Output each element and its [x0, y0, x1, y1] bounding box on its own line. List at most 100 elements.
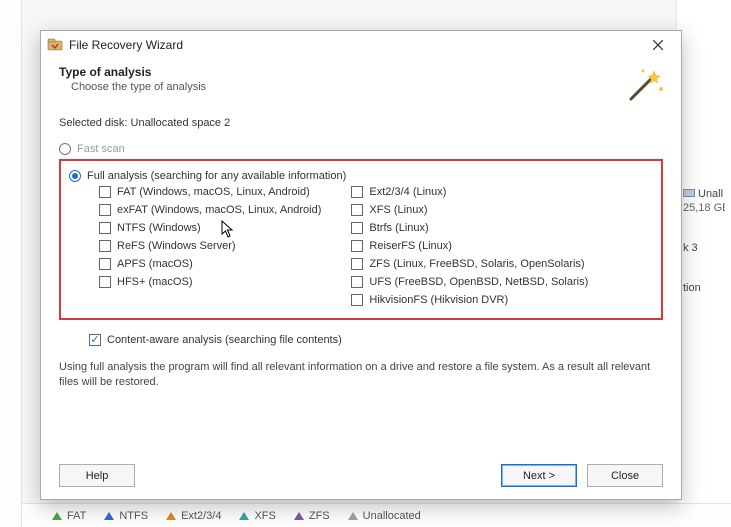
titlebar[interactable]: File Recovery Wizard	[41, 31, 681, 59]
checkbox-icon	[351, 240, 363, 252]
header-title: Type of analysis	[59, 65, 663, 79]
help-button[interactable]: Help	[59, 464, 135, 487]
checkbox-icon	[351, 294, 363, 306]
wizard-dialog: File Recovery Wizard Type of analysis Ch…	[40, 30, 682, 500]
fs-reiserfs-option[interactable]: ReiserFS (Linux)	[351, 240, 588, 252]
bg-tion-label: tion	[683, 282, 701, 294]
legend-xfs-label: XFS	[254, 510, 275, 522]
fs-zfs-option[interactable]: ZFS (Linux, FreeBSD, Solaris, OpenSolari…	[351, 258, 588, 270]
filesystem-options: FAT (Windows, macOS, Linux, Android) exF…	[99, 186, 647, 306]
disk-icon	[683, 189, 695, 197]
fs-label: APFS (macOS)	[117, 258, 193, 270]
fs-label: ZFS (Linux, FreeBSD, Solaris, OpenSolari…	[369, 258, 584, 270]
next-button[interactable]: Next >	[501, 464, 577, 487]
fs-label: FAT (Windows, macOS, Linux, Android)	[117, 186, 310, 198]
bg-unall-label: Unall	[698, 188, 723, 200]
legend-ntfs-label: NTFS	[119, 510, 148, 522]
triangle-icon	[294, 512, 304, 520]
fs-exfat-option[interactable]: exFAT (Windows, macOS, Linux, Android)	[99, 204, 321, 216]
button-row: Help Next > Close	[59, 464, 663, 487]
fs-label: HFS+ (macOS)	[117, 276, 192, 288]
fs-btrfs-option[interactable]: Btrfs (Linux)	[351, 222, 588, 234]
fs-ufs-option[interactable]: UFS (FreeBSD, OpenBSD, NetBSD, Solaris)	[351, 276, 588, 288]
bg-k3-label: k 3	[683, 242, 698, 254]
right-panel: Unall 25,18 GB k 3 tion	[676, 0, 731, 527]
fs-label: UFS (FreeBSD, OpenBSD, NetBSD, Solaris)	[369, 276, 588, 288]
triangle-icon	[52, 512, 62, 520]
close-button[interactable]	[641, 34, 675, 56]
fs-label: Btrfs (Linux)	[369, 222, 428, 234]
app-icon	[47, 37, 63, 53]
legend-ntfs: NTFS	[104, 510, 148, 522]
checkbox-icon	[99, 186, 111, 198]
checkbox-icon	[99, 204, 111, 216]
close-icon	[653, 40, 663, 50]
radio-icon	[59, 143, 71, 155]
wizard-header: Type of analysis Choose the type of anal…	[41, 59, 681, 103]
next-button-label: Next >	[523, 470, 555, 482]
checkbox-icon	[351, 258, 363, 270]
fs-label: Ext2/3/4 (Linux)	[369, 186, 446, 198]
fs-refs-option[interactable]: ReFS (Windows Server)	[99, 240, 321, 252]
fs-label: exFAT (Windows, macOS, Linux, Android)	[117, 204, 321, 216]
fs-label: NTFS (Windows)	[117, 222, 201, 234]
fs-label: XFS (Linux)	[369, 204, 427, 216]
selected-disk-label: Selected disk:	[59, 117, 127, 129]
selected-disk-value: Unallocated space 2	[131, 117, 231, 129]
fast-scan-label: Fast scan	[77, 143, 125, 155]
fs-ntfs-option[interactable]: NTFS (Windows)	[99, 222, 321, 234]
triangle-icon	[104, 512, 114, 520]
bg-tion: tion	[683, 282, 725, 294]
fs-label: ReiserFS (Linux)	[369, 240, 452, 252]
checkbox-icon	[99, 222, 111, 234]
filesystem-col-left: FAT (Windows, macOS, Linux, Android) exF…	[99, 186, 321, 306]
filesystem-col-right: Ext2/3/4 (Linux) XFS (Linux) Btrfs (Linu…	[351, 186, 588, 306]
bg-disk-unallocated[interactable]: Unall 25,18 GB	[683, 188, 725, 214]
checkbox-icon	[351, 276, 363, 288]
left-rail	[0, 0, 22, 527]
triangle-icon	[239, 512, 249, 520]
legend-zfs-label: ZFS	[309, 510, 330, 522]
legend-ext: Ext2/3/4	[166, 510, 221, 522]
bg-unall-size: 25,18 GB	[683, 202, 725, 214]
checkbox-icon	[99, 240, 111, 252]
content-aware-label: Content-aware analysis (searching file c…	[107, 334, 342, 346]
triangle-icon	[348, 512, 358, 520]
legend-ext-label: Ext2/3/4	[181, 510, 221, 522]
fs-apfs-option[interactable]: APFS (macOS)	[99, 258, 321, 270]
fs-xfs-option[interactable]: XFS (Linux)	[351, 204, 588, 216]
checkbox-icon	[89, 334, 101, 346]
legend-zfs: ZFS	[294, 510, 330, 522]
close-button-label: Close	[611, 470, 639, 482]
checkbox-icon	[351, 186, 363, 198]
fs-label: HikvisionFS (Hikvision DVR)	[369, 294, 508, 306]
content-aware-option[interactable]: Content-aware analysis (searching file c…	[89, 334, 663, 346]
legend-xfs: XFS	[239, 510, 275, 522]
fs-fat-option[interactable]: FAT (Windows, macOS, Linux, Android)	[99, 186, 321, 198]
legend-fat-label: FAT	[67, 510, 86, 522]
fs-hfsplus-option[interactable]: HFS+ (macOS)	[99, 276, 321, 288]
legend-bar: FAT NTFS Ext2/3/4 XFS ZFS Unallocated	[22, 503, 731, 527]
checkbox-icon	[99, 258, 111, 270]
wizard-body: Selected disk: Unallocated space 2 Fast …	[41, 103, 681, 390]
fast-scan-option[interactable]: Fast scan	[59, 143, 663, 155]
legend-unallocated: Unallocated	[348, 510, 421, 522]
radio-icon	[69, 170, 81, 182]
full-analysis-label: Full analysis (searching for any availab…	[87, 170, 346, 182]
wand-icon	[625, 63, 667, 108]
legend-fat: FAT	[52, 510, 86, 522]
selected-disk-row: Selected disk: Unallocated space 2	[59, 117, 663, 129]
bg-disk-k3[interactable]: k 3	[683, 242, 725, 254]
help-button-label: Help	[86, 470, 109, 482]
full-analysis-option[interactable]: Full analysis (searching for any availab…	[69, 170, 647, 182]
explanation-text: Using full analysis the program will fin…	[59, 360, 663, 390]
fs-ext-option[interactable]: Ext2/3/4 (Linux)	[351, 186, 588, 198]
fs-hikvisionfs-option[interactable]: HikvisionFS (Hikvision DVR)	[351, 294, 588, 306]
close-dialog-button[interactable]: Close	[587, 464, 663, 487]
fs-label: ReFS (Windows Server)	[117, 240, 236, 252]
legend-unalloc-label: Unallocated	[363, 510, 421, 522]
checkbox-icon	[351, 222, 363, 234]
checkbox-icon	[351, 204, 363, 216]
header-subtitle: Choose the type of analysis	[71, 81, 663, 93]
triangle-icon	[166, 512, 176, 520]
